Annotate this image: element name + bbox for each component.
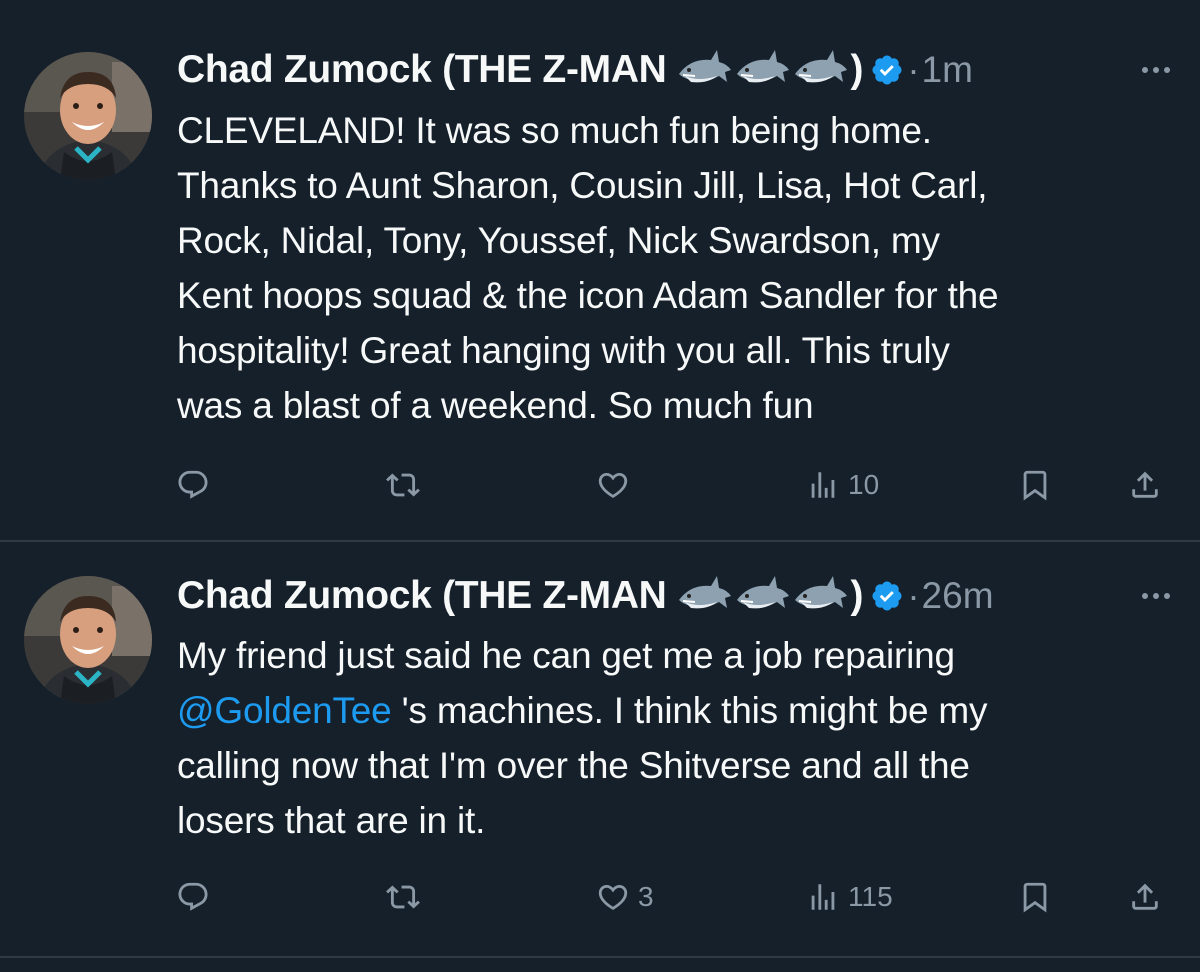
views-button[interactable]: 10 <box>806 460 879 510</box>
views-chart-icon <box>811 472 835 498</box>
more-options-icon[interactable] <box>1142 67 1170 73</box>
tweet-header: Chad Zumock (THE Z-MAN ) <box>177 46 1170 94</box>
like-count: 3 <box>638 881 654 912</box>
shark-emoji-icon <box>794 576 847 609</box>
retweet-icon <box>386 473 420 497</box>
reply-button[interactable] <box>176 872 218 922</box>
views-count: 115 <box>848 881 893 912</box>
bookmark-button[interactable] <box>1018 460 1052 510</box>
name-close-paren: ) <box>850 574 864 617</box>
share-icon <box>1132 471 1158 498</box>
like-button[interactable]: 3 <box>596 872 654 922</box>
shark-emoji-icon <box>678 576 731 609</box>
tweet-text-part: My friend just said he can get me a job … <box>177 635 955 676</box>
shark-emoji-icon <box>736 50 789 83</box>
views-chart-icon <box>811 884 835 910</box>
name-emojis <box>677 574 849 618</box>
tweet-text: My friend just said he can get me a job … <box>177 628 1180 848</box>
share-button[interactable] <box>1128 872 1162 922</box>
mention-link[interactable]: @GoldenTee <box>177 690 392 731</box>
shark-emoji-icon <box>736 576 789 609</box>
bookmark-button[interactable] <box>1018 872 1052 922</box>
reply-icon <box>178 470 208 499</box>
heart-icon <box>598 884 628 910</box>
author-name[interactable]: Chad Zumock (THE Z-MAN <box>177 48 667 92</box>
tweet-header: Chad Zumock (THE Z-MAN ) <box>177 572 1170 620</box>
bookmark-icon <box>1023 882 1047 913</box>
avatar[interactable] <box>24 576 152 704</box>
verified-badge-icon[interactable] <box>870 53 904 87</box>
views-count: 10 <box>848 469 880 500</box>
shark-emoji-icon <box>678 50 731 83</box>
verified-badge-icon[interactable] <box>870 579 904 613</box>
timestamp[interactable]: 1m <box>922 49 973 91</box>
retweet-button[interactable] <box>386 872 428 922</box>
reply-button[interactable] <box>176 460 218 510</box>
timestamp[interactable]: 26m <box>922 575 994 617</box>
tweet-text: CLEVELAND! It was so much fun being home… <box>177 110 999 426</box>
retweet-icon <box>386 885 420 909</box>
more-options-icon[interactable] <box>1142 593 1170 599</box>
tweet[interactable]: Chad Zumock (THE Z-MAN ) <box>0 0 1200 542</box>
name-emojis <box>677 48 849 92</box>
time-separator: · <box>907 575 920 616</box>
tweet-actions: 10 <box>176 460 1176 510</box>
tweet[interactable]: Chad Zumock (THE Z-MAN ) <box>0 544 1200 958</box>
share-button[interactable] <box>1128 460 1162 510</box>
author-name[interactable]: Chad Zumock (THE Z-MAN <box>177 574 667 618</box>
avatar[interactable] <box>24 52 152 180</box>
heart-icon <box>598 472 628 498</box>
shark-emoji-icon <box>794 50 847 83</box>
name-close-paren: ) <box>850 48 864 91</box>
like-button[interactable] <box>596 460 638 510</box>
views-button[interactable]: 115 <box>806 872 893 922</box>
retweet-button[interactable] <box>386 460 428 510</box>
tweet-actions: 3 115 <box>176 872 1176 922</box>
share-icon <box>1132 883 1158 910</box>
time-separator: · <box>907 49 920 90</box>
bookmark-icon <box>1023 470 1047 501</box>
reply-icon <box>178 882 208 911</box>
